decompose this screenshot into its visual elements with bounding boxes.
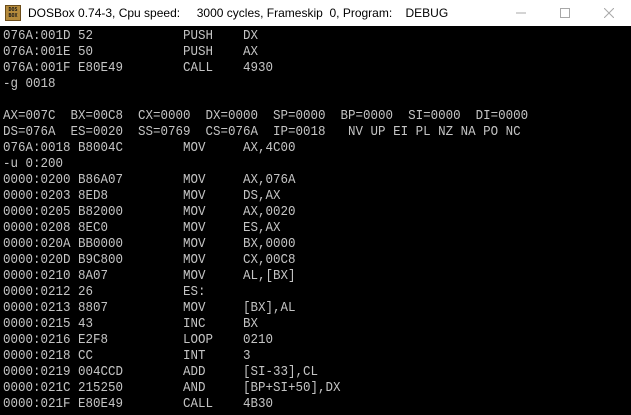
console-line: 076A:001F E80E49 CALL 4930 bbox=[3, 60, 274, 76]
title-bar[interactable]: DOS BOX DOSBox 0.74-3, Cpu speed: 3000 c… bbox=[0, 0, 631, 27]
minimize-button[interactable] bbox=[499, 0, 543, 26]
console-line: 0000:0210 8A07 MOV AL,[BX] bbox=[3, 268, 296, 284]
dosbox-app-icon[interactable]: DOS BOX bbox=[5, 5, 21, 21]
minimize-icon bbox=[516, 12, 526, 14]
console-line: 0000:0208 8EC0 MOV ES,AX bbox=[3, 220, 281, 236]
console-line: 0000:0203 8ED8 MOV DS,AX bbox=[3, 188, 281, 204]
close-icon bbox=[604, 8, 614, 18]
dosbox-icon-label-bottom: BOX bbox=[8, 13, 18, 19]
console-line: 0000:020D B9C800 MOV CX,00C8 bbox=[3, 252, 296, 268]
dosbox-window: DOS BOX DOSBox 0.74-3, Cpu speed: 3000 c… bbox=[0, 0, 631, 415]
console-line: 0000:0213 8807 MOV [BX],AL bbox=[3, 300, 296, 316]
console-line: 076A:001E 50 PUSH AX bbox=[3, 44, 259, 60]
console-line: 0000:0216 E2F8 LOOP 0210 bbox=[3, 332, 274, 348]
console-line: 076A:001D 52 PUSH DX bbox=[3, 28, 259, 44]
console-line: 0000:0215 43 INC BX bbox=[3, 316, 259, 332]
console-line: AX=007C BX=00C8 CX=0000 DX=0000 SP=0000 … bbox=[3, 108, 529, 124]
console-line: -g 0018 bbox=[3, 76, 56, 92]
console-line: 0000:021C 215250 AND [BP+SI+50],DX bbox=[3, 380, 341, 396]
console-line: 0000:020A BB0000 MOV BX,0000 bbox=[3, 236, 296, 252]
window-title: DOSBox 0.74-3, Cpu speed: 3000 cycles, F… bbox=[28, 6, 449, 20]
console-line: 0000:021F E80E49 CALL 4B30 bbox=[3, 396, 274, 412]
console-line: 0000:0205 B82000 MOV AX,0020 bbox=[3, 204, 296, 220]
console-line: 076A:0018 B8004C MOV AX,4C00 bbox=[3, 140, 296, 156]
console-line: 0000:0200 B86A07 MOV AX,076A bbox=[3, 172, 296, 188]
console-line: 0000:0212 26 ES: bbox=[3, 284, 206, 300]
maximize-button[interactable] bbox=[543, 0, 587, 26]
console-line: DS=076A ES=0020 SS=0769 CS=076A IP=0018 … bbox=[3, 124, 521, 140]
close-button[interactable] bbox=[587, 0, 631, 26]
console-line: 0000:0219 004CCD ADD [SI-33],CL bbox=[3, 364, 319, 380]
dos-console-screen[interactable]: 076A:001D 52 PUSH DX 076A:001E 50 PUSH A… bbox=[0, 26, 631, 415]
maximize-icon bbox=[560, 8, 570, 18]
console-line: -u 0:200 bbox=[3, 156, 64, 172]
window-controls bbox=[499, 0, 631, 26]
console-line: 0000:0218 CC INT 3 bbox=[3, 348, 251, 364]
